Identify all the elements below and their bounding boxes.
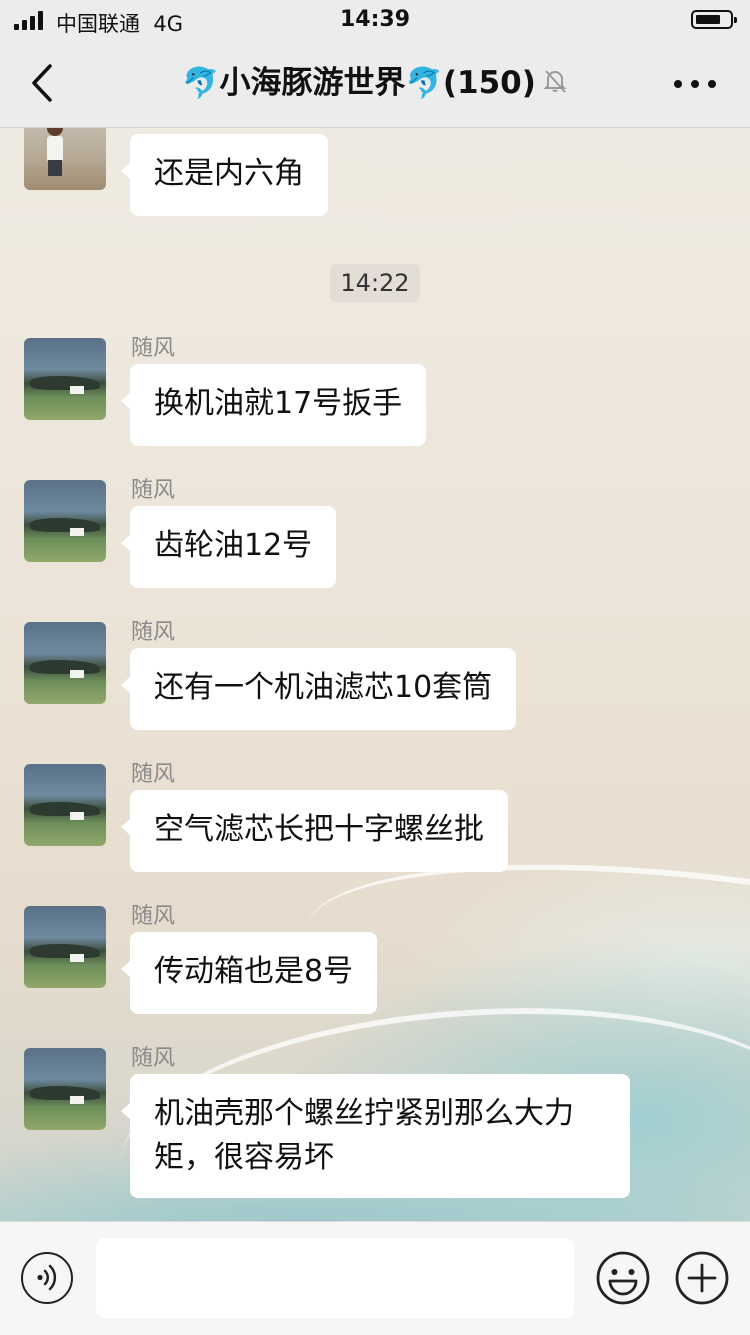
input-bar bbox=[0, 1221, 750, 1335]
plus-button[interactable] bbox=[674, 1250, 730, 1306]
message-text: 机油壳那个螺丝拧紧别那么大力矩，很容易坏 bbox=[154, 1096, 574, 1175]
message-bubble[interactable]: 齿轮油12号 bbox=[120, 506, 337, 588]
group-name: 小海豚游世界 bbox=[219, 65, 406, 101]
more-button[interactable] bbox=[670, 76, 720, 92]
message-bubble[interactable]: 还有一个机油滤芯10套筒 bbox=[120, 648, 517, 730]
message-bubble[interactable]: 机油壳那个螺丝拧紧别那么大力矩，很容易坏 bbox=[121, 1074, 630, 1198]
status-bar: 中国联通 4G 14:39 bbox=[0, 0, 750, 40]
avatar[interactable] bbox=[24, 127, 106, 190]
message-bubble[interactable]: 还是内六角 bbox=[121, 134, 328, 216]
message-text: 还有一个机油滤芯10套筒 bbox=[154, 670, 493, 705]
avatar[interactable] bbox=[24, 338, 106, 420]
member-count: (150) bbox=[442, 65, 536, 101]
dolphin-icon: 🐬 bbox=[405, 66, 443, 101]
message-bubble[interactable]: 换机油就17号扳手 bbox=[120, 364, 427, 446]
avatar[interactable] bbox=[24, 622, 106, 704]
status-time: 14:39 bbox=[339, 7, 411, 32]
voice-icon bbox=[37, 1264, 57, 1291]
emoji-icon bbox=[596, 1251, 650, 1305]
message-text: 换机油就17号扳手 bbox=[154, 386, 403, 421]
more-dots-icon bbox=[674, 80, 682, 88]
sender-name: 随风 bbox=[131, 1046, 176, 1071]
emoji-button[interactable] bbox=[595, 1250, 651, 1306]
message-bubble[interactable]: 传动箱也是8号 bbox=[120, 932, 378, 1014]
message-text: 传动箱也是8号 bbox=[154, 954, 354, 989]
sender-name: 随风 bbox=[131, 904, 176, 929]
sender-name: 随风 bbox=[131, 336, 176, 361]
sender-name: 随风 bbox=[131, 478, 176, 503]
chevron-left-icon bbox=[32, 64, 52, 102]
avatar[interactable] bbox=[24, 480, 106, 562]
message-text: 还是内六角 bbox=[154, 156, 304, 191]
message-bubble[interactable]: 空气滤芯长把十字螺丝批 bbox=[121, 790, 508, 872]
sender-name: 随风 bbox=[131, 620, 176, 645]
dolphin-icon: 🐬 bbox=[182, 66, 220, 101]
voice-button[interactable] bbox=[21, 1252, 73, 1304]
avatar[interactable] bbox=[24, 906, 106, 988]
chat-title[interactable]: 🐬小海豚游世界🐬(150) bbox=[150, 60, 600, 106]
message-text: 空气滤芯长把十字螺丝批 bbox=[154, 812, 484, 847]
bell-slash-icon bbox=[542, 62, 568, 108]
nav-bar: 🐬小海豚游世界🐬(150) bbox=[0, 40, 750, 128]
message-text: 齿轮油12号 bbox=[154, 528, 313, 563]
back-button[interactable] bbox=[24, 60, 64, 106]
message-input[interactable] bbox=[96, 1238, 574, 1318]
avatar[interactable] bbox=[24, 1048, 106, 1130]
sender-name: 随风 bbox=[131, 762, 176, 787]
time-divider: 14:22 bbox=[330, 264, 420, 302]
battery-icon bbox=[691, 10, 737, 29]
plus-icon bbox=[675, 1251, 729, 1305]
avatar[interactable] bbox=[24, 764, 106, 846]
message-list[interactable]: 还是内六角 14:22 随风 换机油就17号扳手 随风 齿轮油12号 随风 还有… bbox=[0, 127, 750, 1221]
